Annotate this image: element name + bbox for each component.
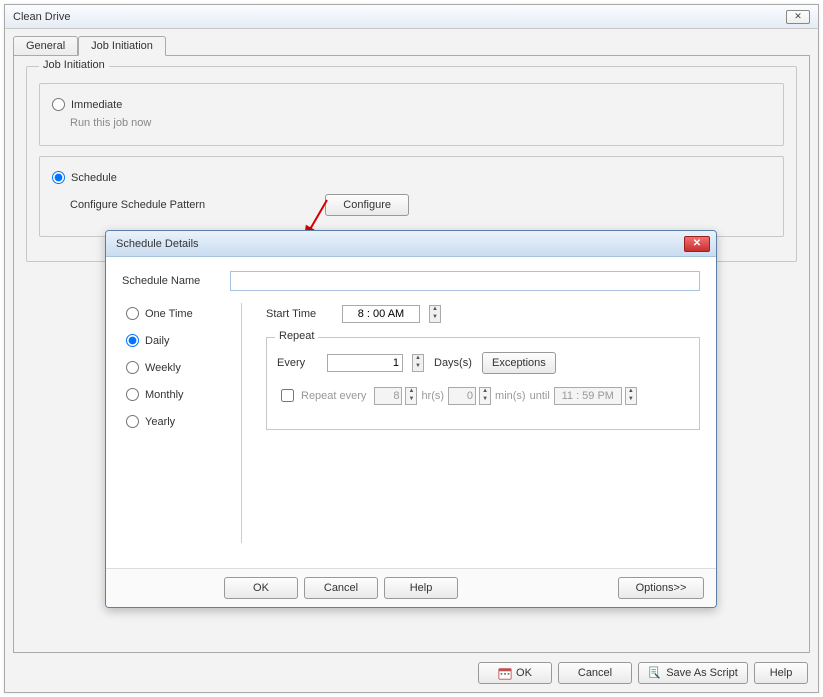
modal-options-button[interactable]: Options>> xyxy=(618,577,704,599)
chevron-up-icon: ▲ xyxy=(480,388,490,396)
freq-daily[interactable]: Daily xyxy=(126,334,231,347)
freq-weekly-label: Weekly xyxy=(145,362,181,374)
freq-monthly-radio[interactable] xyxy=(126,388,139,401)
main-titlebar: Clean Drive ✕ xyxy=(5,5,818,29)
modal-titlebar: Schedule Details ✕ xyxy=(106,231,716,257)
modal-help-button[interactable]: Help xyxy=(384,577,458,599)
chevron-up-icon: ▲ xyxy=(406,388,416,396)
repeat-min-spinner[interactable]: ▲▼ xyxy=(479,387,491,405)
calendar-icon xyxy=(498,666,512,680)
main-ok-label: OK xyxy=(516,667,532,679)
freq-weekly-radio[interactable] xyxy=(126,361,139,374)
until-input[interactable] xyxy=(554,387,622,405)
tab-general[interactable]: General xyxy=(13,36,78,56)
configure-button[interactable]: Configure xyxy=(325,194,409,216)
until-spinner[interactable]: ▲▼ xyxy=(625,387,637,405)
schedule-name-input[interactable] xyxy=(230,271,700,291)
tab-strip: General Job Initiation xyxy=(5,29,818,55)
repeat-min-input[interactable] xyxy=(448,387,476,405)
until-label: until xyxy=(530,390,550,402)
freq-monthly[interactable]: Monthly xyxy=(126,388,231,401)
modal-cancel-button[interactable]: Cancel xyxy=(304,577,378,599)
schedule-details-dialog: Schedule Details ✕ Schedule Name One Tim… xyxy=(105,230,717,608)
freq-yearly[interactable]: Yearly xyxy=(126,415,231,428)
main-help-button[interactable]: Help xyxy=(754,662,808,684)
repeat-legend: Repeat xyxy=(275,330,318,342)
modal-ok-button[interactable]: OK xyxy=(224,577,298,599)
schedule-label: Schedule xyxy=(71,172,117,184)
tab-job-initiation[interactable]: Job Initiation xyxy=(78,36,166,56)
repeat-every-label: Repeat every xyxy=(301,390,366,402)
configure-schedule-label: Configure Schedule Pattern xyxy=(70,199,205,211)
repeat-every-checkbox[interactable] xyxy=(281,389,294,402)
chevron-down-icon: ▼ xyxy=(626,396,636,404)
schedule-name-label: Schedule Name xyxy=(122,275,220,287)
job-initiation-legend: Job Initiation xyxy=(39,59,109,71)
chevron-up-icon: ▲ xyxy=(430,306,440,314)
every-unit-label: Days(s) xyxy=(434,357,472,369)
run-now-text: Run this job now xyxy=(70,117,771,129)
detail-column: Start Time ▲▼ Repeat Every ▲▼ Days(s) Ex… xyxy=(266,303,700,543)
start-time-label: Start Time xyxy=(266,308,332,320)
freq-one-time-label: One Time xyxy=(145,308,193,320)
main-title: Clean Drive xyxy=(13,11,70,23)
chevron-up-icon: ▲ xyxy=(413,355,423,363)
start-time-input[interactable] xyxy=(342,305,420,323)
schedule-radio-row[interactable]: Schedule xyxy=(52,171,771,184)
immediate-radio[interactable] xyxy=(52,98,65,111)
repeat-hr-spinner[interactable]: ▲▼ xyxy=(405,387,417,405)
chevron-down-icon: ▼ xyxy=(413,363,423,371)
freq-yearly-label: Yearly xyxy=(145,416,175,428)
freq-daily-label: Daily xyxy=(145,335,169,347)
main-ok-button[interactable]: OK xyxy=(478,662,552,684)
schedule-radio[interactable] xyxy=(52,171,65,184)
close-icon: ✕ xyxy=(693,238,701,249)
repeat-group: Repeat Every ▲▼ Days(s) Exceptions Repea xyxy=(266,337,700,430)
close-icon: ✕ xyxy=(794,11,802,22)
repeat-every-checkbox-row[interactable]: Repeat every xyxy=(277,386,366,405)
modal-close-button[interactable]: ✕ xyxy=(684,236,710,252)
modal-footer: OK Cancel Help Options>> xyxy=(106,568,716,607)
chevron-down-icon: ▼ xyxy=(430,314,440,322)
every-label: Every xyxy=(277,357,317,369)
main-window: Clean Drive ✕ General Job Initiation Job… xyxy=(4,4,819,693)
main-cancel-button[interactable]: Cancel xyxy=(558,662,632,684)
chevron-down-icon: ▼ xyxy=(406,396,416,404)
modal-title: Schedule Details xyxy=(116,238,199,250)
repeat-hr-unit: hr(s) xyxy=(421,390,444,402)
schedule-subgroup: Schedule Configure Schedule Pattern Conf… xyxy=(39,156,784,237)
freq-one-time-radio[interactable] xyxy=(126,307,139,320)
repeat-min-unit: min(s) xyxy=(495,390,526,402)
every-input[interactable] xyxy=(327,354,403,372)
freq-one-time[interactable]: One Time xyxy=(126,307,231,320)
main-save-as-script-button[interactable]: Save As Script xyxy=(638,662,748,684)
repeat-hr-input[interactable] xyxy=(374,387,402,405)
chevron-up-icon: ▲ xyxy=(626,388,636,396)
freq-monthly-label: Monthly xyxy=(145,389,184,401)
script-icon xyxy=(648,666,662,680)
every-spinner[interactable]: ▲▼ xyxy=(412,354,424,372)
chevron-down-icon: ▼ xyxy=(480,396,490,404)
freq-weekly[interactable]: Weekly xyxy=(126,361,231,374)
exceptions-button[interactable]: Exceptions xyxy=(482,352,556,374)
main-close-button[interactable]: ✕ xyxy=(786,10,810,24)
main-save-as-script-label: Save As Script xyxy=(666,667,738,679)
immediate-label: Immediate xyxy=(71,99,122,111)
immediate-radio-row[interactable]: Immediate xyxy=(52,98,771,111)
freq-daily-radio[interactable] xyxy=(126,334,139,347)
start-time-spinner[interactable]: ▲▼ xyxy=(429,305,441,323)
freq-yearly-radio[interactable] xyxy=(126,415,139,428)
modal-body: Schedule Name One Time Daily Weekly xyxy=(106,257,716,543)
immediate-subgroup: Immediate Run this job now xyxy=(39,83,784,146)
main-footer: OK Cancel Save As Script Help xyxy=(5,654,818,692)
frequency-column: One Time Daily Weekly Monthly xyxy=(122,303,242,543)
